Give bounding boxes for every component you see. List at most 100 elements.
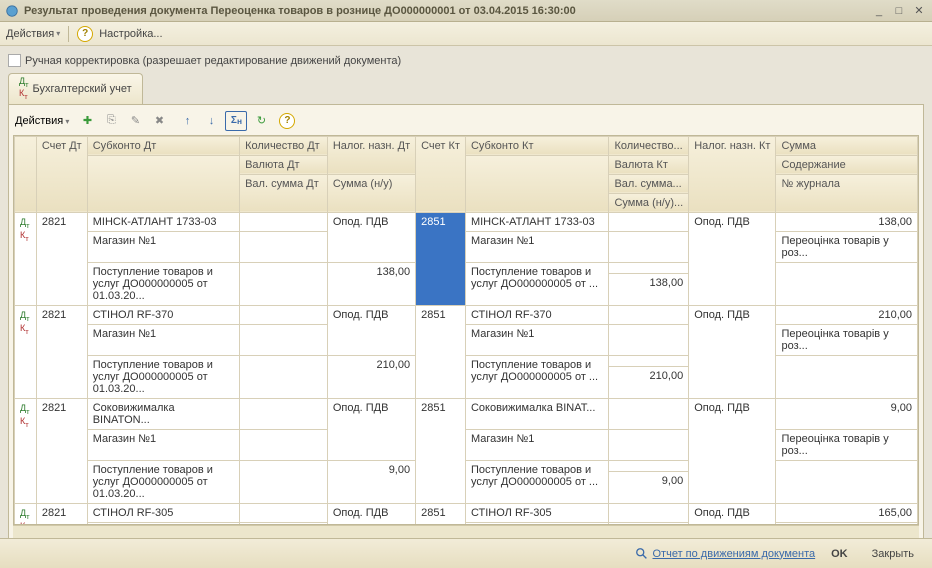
cell-acct-kt[interactable]: 2851 bbox=[416, 398, 466, 503]
cell-sub-dt1[interactable]: МІНСК-АТЛАНТ 1733-03 bbox=[87, 212, 239, 231]
col-valsum-dt[interactable]: Вал. сумма Дт bbox=[240, 174, 328, 212]
cell-valsum-kt[interactable] bbox=[609, 262, 689, 274]
col-cur-kt[interactable]: Валюта Кт bbox=[609, 155, 689, 174]
cell-sub-kt1[interactable]: СТІНОЛ RF-305 bbox=[465, 503, 609, 522]
cell-sub-kt1[interactable]: СТІНОЛ RF-370 bbox=[465, 305, 609, 324]
cell-cur-dt[interactable] bbox=[240, 324, 328, 355]
cell-sub-kt2[interactable]: Магазин №1 bbox=[465, 324, 609, 355]
col-sum[interactable]: Сумма bbox=[776, 136, 918, 155]
table-row[interactable]: Магазин №1 Магазин №1 Переоцінка товарів… bbox=[15, 231, 918, 262]
col-qty-kt[interactable]: Количество... bbox=[609, 136, 689, 155]
cell-content[interactable]: Переоцінка товарів у роз... bbox=[776, 231, 918, 262]
cell-sub-kt3[interactable]: Поступление товаров и услуг ДО000000005 … bbox=[465, 262, 609, 305]
col-cur-dt[interactable]: Валюта Дт bbox=[240, 155, 328, 174]
cell-sub-kt1[interactable]: Соковижималка BINAT... bbox=[465, 398, 609, 429]
cell-sum-nu[interactable]: 9,00 bbox=[327, 460, 415, 503]
move-up-icon[interactable]: ↑ bbox=[177, 111, 197, 131]
tab-accounting[interactable]: ДтКт Бухгалтерский учет bbox=[8, 73, 143, 104]
col-sub-dt-cont[interactable] bbox=[87, 155, 239, 212]
cell-sum-nu[interactable]: 138,00 bbox=[327, 262, 415, 305]
col-sub-kt-cont[interactable] bbox=[465, 155, 609, 212]
manual-edit-row[interactable]: Ручная корректировка (разрешает редактир… bbox=[8, 54, 924, 67]
cell-acct-kt[interactable]: 2851 bbox=[416, 212, 466, 305]
cell-sub-dt1[interactable]: СТІНОЛ RF-305 bbox=[87, 503, 239, 522]
cell-sum-nu-kt[interactable]: 9,00 bbox=[609, 472, 689, 503]
cell-sub-kt2[interactable]: Магазин №1 bbox=[465, 231, 609, 262]
cell-acct-kt[interactable]: 2851 bbox=[416, 305, 466, 398]
cell-cur-kt[interactable] bbox=[609, 231, 689, 262]
col-sub-dt[interactable]: Субконто Дт bbox=[87, 136, 239, 155]
col-marker[interactable] bbox=[15, 136, 37, 212]
copy-icon[interactable]: ⎘ bbox=[101, 111, 121, 131]
cell-qty-dt[interactable] bbox=[240, 212, 328, 231]
table-row[interactable]: Магазин №1 Магазин №1 Переоцінка товарів… bbox=[15, 429, 918, 460]
col-tax-kt[interactable]: Налог. назн. Кт bbox=[689, 136, 776, 212]
cell-qty-dt[interactable] bbox=[240, 398, 328, 429]
cell-qty-kt[interactable] bbox=[609, 305, 689, 324]
close-button[interactable]: ✕ bbox=[910, 3, 928, 19]
cell-cur-kt[interactable] bbox=[609, 324, 689, 355]
cell-sub-dt1[interactable]: Соковижималка BINATON... bbox=[87, 398, 239, 429]
col-valsum-kt[interactable]: Вал. сумма... bbox=[609, 174, 689, 193]
col-sum-nu[interactable]: Сумма (н/у) bbox=[327, 174, 415, 212]
add-icon[interactable]: ✚ bbox=[77, 111, 97, 131]
cell-tax-dt[interactable]: Опод. ПДВ bbox=[327, 398, 415, 460]
cell-sub-dt3[interactable]: Поступление товаров и услуг ДО000000005 … bbox=[87, 355, 239, 398]
cell-sub-dt2[interactable]: Магазин №1 bbox=[87, 324, 239, 355]
cell-tax-kt[interactable]: Опод. ПДВ bbox=[689, 305, 776, 398]
close-button-footer[interactable]: Закрыть bbox=[864, 546, 922, 562]
sigma-icon[interactable]: Σн bbox=[225, 111, 247, 131]
delete-icon[interactable]: ✖ bbox=[149, 111, 169, 131]
menu-settings[interactable]: Настройка... bbox=[99, 28, 162, 40]
cell-journal[interactable] bbox=[776, 262, 918, 305]
table-row[interactable]: ДтКт 2821 СТІНОЛ RF-305 Опод. ПДВ 2851 С… bbox=[15, 503, 918, 522]
cell-sum[interactable]: 210,00 bbox=[776, 305, 918, 324]
cell-sub-kt2[interactable]: Магазин №1 bbox=[465, 429, 609, 460]
cell-acct-kt[interactable]: 2851 bbox=[416, 503, 466, 525]
cell-qty-dt[interactable] bbox=[240, 305, 328, 324]
cell-sub-kt3[interactable]: Поступление товаров и услуг ДО000000005 … bbox=[465, 460, 609, 503]
help-icon[interactable]: ? bbox=[279, 113, 295, 129]
table-row[interactable]: Поступление товаров и услуг ДО000000005 … bbox=[15, 262, 918, 274]
table-row[interactable]: ДтКт 2821 Соковижималка BINATON... Опод.… bbox=[15, 398, 918, 429]
cell-acct-dt[interactable]: 2821 bbox=[36, 398, 87, 503]
cell-qty-dt[interactable] bbox=[240, 503, 328, 522]
cell-tax-kt[interactable]: Опод. ПДВ bbox=[689, 398, 776, 503]
ok-button[interactable]: OK bbox=[823, 546, 856, 562]
menu-actions[interactable]: Действия bbox=[6, 28, 60, 40]
cell-cur-dt[interactable] bbox=[240, 429, 328, 460]
cell-sub-dt2[interactable]: Магазин №1 bbox=[87, 429, 239, 460]
cell-sub-kt3[interactable]: Поступление товаров и услуг ДО000000005 … bbox=[465, 355, 609, 398]
cell-sum-nu[interactable]: 210,00 bbox=[327, 355, 415, 398]
grid[interactable]: Счет Дт Субконто Дт Количество Дт Налог.… bbox=[13, 135, 919, 525]
cell-sum[interactable]: 9,00 bbox=[776, 398, 918, 429]
cell-valsum-dt[interactable] bbox=[240, 262, 328, 305]
edit-icon[interactable]: ✎ bbox=[125, 111, 145, 131]
col-journal[interactable]: № журнала bbox=[776, 174, 918, 212]
table-row[interactable]: ДтКт 2821 МІНСК-АТЛАНТ 1733-03 Опод. ПДВ… bbox=[15, 212, 918, 231]
cell-sum-nu-kt[interactable]: 138,00 bbox=[609, 274, 689, 305]
report-link[interactable]: Отчет по движениям документа bbox=[635, 547, 816, 561]
col-content[interactable]: Содержание bbox=[776, 155, 918, 174]
horizontal-scrollbar[interactable] bbox=[13, 525, 919, 539]
cell-qty-kt[interactable] bbox=[609, 503, 689, 522]
refresh-icon[interactable]: ↻ bbox=[251, 111, 271, 131]
cell-sum[interactable]: 165,00 bbox=[776, 503, 918, 522]
cell-tax-kt[interactable]: Опод. ПДВ bbox=[689, 212, 776, 305]
cell-valsum-dt[interactable] bbox=[240, 460, 328, 503]
cell-sum[interactable]: 138,00 bbox=[776, 212, 918, 231]
cell-sum-nu-kt[interactable]: 210,00 bbox=[609, 367, 689, 398]
cell-sub-kt1[interactable]: МІНСК-АТЛАНТ 1733-03 bbox=[465, 212, 609, 231]
grid-actions[interactable]: Действия bbox=[15, 115, 69, 127]
maximize-button[interactable]: □ bbox=[890, 3, 908, 19]
cell-valsum-dt[interactable] bbox=[240, 355, 328, 398]
cell-valsum-kt[interactable] bbox=[609, 460, 689, 472]
cell-journal[interactable] bbox=[776, 355, 918, 398]
cell-acct-dt[interactable]: 2821 bbox=[36, 503, 87, 525]
cell-acct-dt[interactable]: 2821 bbox=[36, 305, 87, 398]
move-down-icon[interactable]: ↓ bbox=[201, 111, 221, 131]
table-row[interactable]: Поступление товаров и услуг ДО000000005 … bbox=[15, 460, 918, 472]
cell-journal[interactable] bbox=[776, 460, 918, 503]
table-row[interactable]: Магазин №1 Магазин №1 Переоцінка товарів… bbox=[15, 324, 918, 355]
col-sub-kt[interactable]: Субконто Кт bbox=[465, 136, 609, 155]
